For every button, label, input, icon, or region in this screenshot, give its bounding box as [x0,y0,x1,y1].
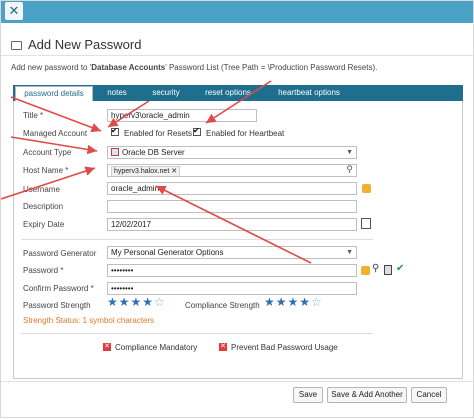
calendar-icon[interactable] [361,218,371,229]
password-generator-label: Password Generator [23,249,97,258]
save-add-another-button[interactable]: Save & Add Another [327,387,407,403]
star-empty-icon: ☆ [311,295,323,309]
username-label: Username [23,185,60,194]
key-icon[interactable] [362,184,371,193]
cancel-button[interactable]: Cancel [411,387,447,403]
compliance-mandatory-label: Compliance Mandatory [115,343,198,352]
enabled-resets-checkbox[interactable] [111,126,119,136]
description-input[interactable] [107,200,357,213]
chevron-down-icon: ▼ [346,149,353,156]
intro-prefix: Add new password to ' [11,63,92,72]
chevron-down-icon: ▼ [346,249,353,256]
tab-security[interactable]: security [141,85,191,101]
compliance-strength-stars: ★★★★☆ [264,295,323,309]
intro-suffix: ' Password List (Tree Path = \Production… [165,63,378,72]
oracle-db-icon [111,148,119,156]
password-strength-label: Password Strength [23,301,91,310]
save-button[interactable]: Save [293,387,323,403]
host-name-input[interactable]: hyperv3.halox.net ✕ ⚲ [107,164,357,177]
confirm-password-input[interactable]: •••••••• [107,282,357,295]
host-tag-text: hyperv3.halox.net [114,168,170,175]
confirm-password-label: Confirm Password * [23,284,94,293]
dialog-window: ✕ Add New Password Add new password to '… [0,0,474,418]
tab-reset-options[interactable]: reset options [193,85,263,101]
enabled-heartbeat-label: Enabled for Heartbeat [206,129,285,138]
enabled-heartbeat-checkbox[interactable] [193,126,201,136]
title-input[interactable]: hyperv3\oracle_admin [107,109,257,122]
account-type-label: Account Type [23,148,72,157]
x-mark-icon: ✕ [103,343,111,351]
username-input[interactable]: oracle_admin [107,182,357,195]
tab-notes[interactable]: notes [97,85,137,101]
managed-account-label: Managed Account [23,129,88,138]
host-tag: hyperv3.halox.net ✕ [111,166,181,176]
password-list-icon [11,41,22,50]
tab-password-details[interactable]: password details [15,86,93,101]
strength-status: Strength Status: 1 symbol characters [23,316,155,325]
title-label: Title * [23,111,44,120]
star-filled-icon: ★★★★ [107,295,155,309]
close-icon[interactable]: ✕ [5,2,23,20]
check-icon[interactable]: ✔ [396,263,404,274]
magnifier-icon[interactable]: ⚲ [372,263,379,274]
search-icon[interactable]: ⚲ [346,165,353,175]
expiry-date-input[interactable]: 12/02/2017 [107,218,357,231]
remove-tag-icon[interactable]: ✕ [171,168,177,175]
x-mark-icon: ✕ [219,343,227,351]
generator-value: My Personal Generator Options [111,248,224,257]
key-icon[interactable] [361,266,370,275]
tab-bar: password details notes security reset op… [13,85,463,101]
prevent-bad-password-label: Prevent Bad Password Usage [231,343,338,352]
intro-list-name: Database Accounts [91,63,166,72]
password-input[interactable]: •••••••• [107,264,357,277]
intro-text: Add new password to 'Database Accounts' … [11,63,377,72]
tab-panel [13,101,463,379]
compliance-strength-label: Compliance Strength [185,301,260,310]
footer-divider [1,381,473,382]
description-label: Description [23,202,64,211]
account-type-value: Oracle DB Server [122,148,185,157]
tab-heartbeat-options[interactable]: heartbeat options [267,85,351,101]
divider [1,55,473,56]
star-filled-icon: ★★★★ [264,295,312,309]
divider [21,239,373,240]
dialog-title: Add New Password [11,37,141,52]
account-type-select[interactable]: Oracle DB Server ▼ [107,146,357,159]
password-label: Password * [23,266,64,275]
password-generator-select[interactable]: My Personal Generator Options ▼ [107,246,357,259]
window-titlebar: ✕ [1,1,473,23]
star-empty-icon: ☆ [154,295,166,309]
host-name-label: Host Name * [23,166,69,175]
generate-icon[interactable] [384,265,392,275]
divider [21,333,373,334]
dialog-title-text: Add New Password [28,37,142,52]
expiry-date-label: Expiry Date [23,220,65,229]
enabled-resets-label: Enabled for Resets [124,129,193,138]
password-strength-stars: ★★★★☆ [107,295,166,309]
